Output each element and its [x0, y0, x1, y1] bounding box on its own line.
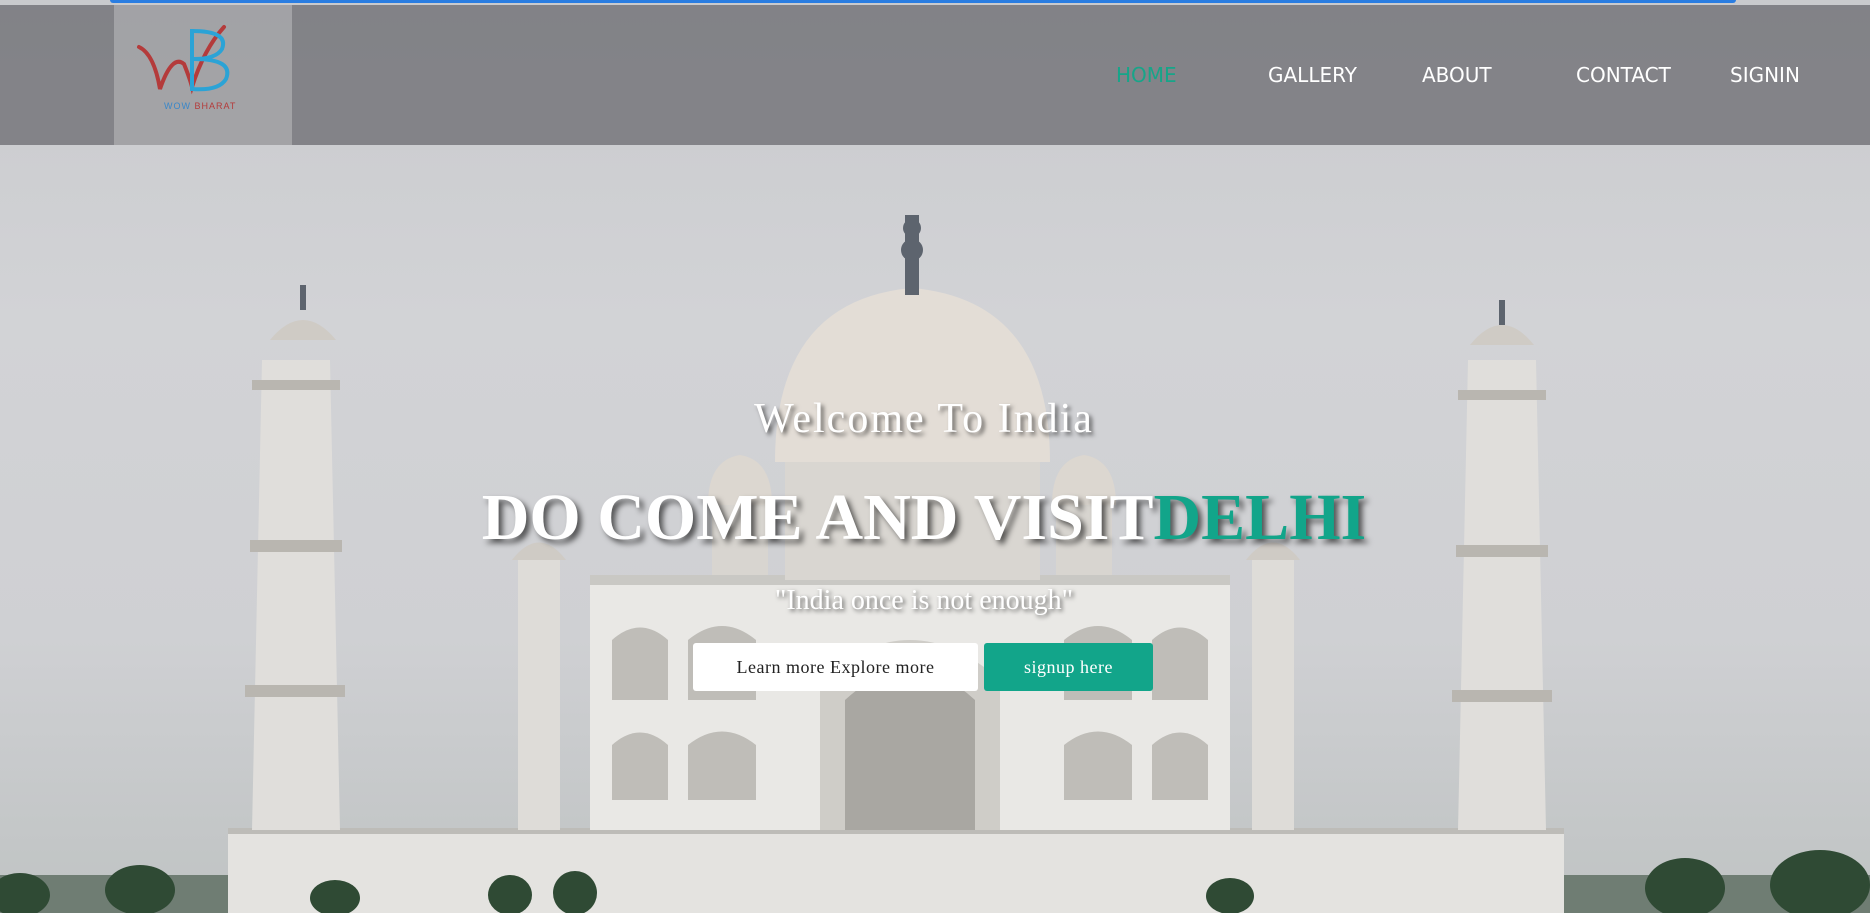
headline-accent: DELHI	[1153, 481, 1367, 554]
nav-home[interactable]: HOME	[1116, 63, 1177, 87]
nav-signin[interactable]: SIGNIN	[1730, 63, 1800, 87]
welcome-heading: Welcome To India	[754, 396, 1094, 442]
hero-headline: DO COME AND VISITDELHI	[0, 480, 1848, 556]
learn-more-button[interactable]: Learn more Explore more	[693, 643, 978, 691]
hero-tagline: "India once is not enough"	[774, 585, 1074, 616]
navbar: WOW BHARAT HOME GALLERY ABOUT CONTACT SI…	[0, 5, 1870, 145]
focus-indicator	[110, 0, 1736, 3]
page: WOW BHARAT HOME GALLERY ABOUT CONTACT SI…	[0, 0, 1870, 913]
nav-contact[interactable]: CONTACT	[1576, 63, 1671, 87]
headline-main: DO COME AND VISIT	[481, 481, 1154, 554]
logo-caption-bharat: BHARAT	[194, 101, 237, 111]
wb-logo-icon	[137, 25, 230, 95]
nav-about[interactable]: ABOUT	[1422, 63, 1492, 87]
logo-caption-wow: WOW	[164, 101, 191, 111]
logo-caption: WOW BHARAT	[164, 101, 236, 111]
nav-gallery[interactable]: GALLERY	[1268, 63, 1357, 87]
logo[interactable]: WOW BHARAT	[114, 5, 292, 145]
signup-button[interactable]: signup here	[984, 643, 1153, 691]
